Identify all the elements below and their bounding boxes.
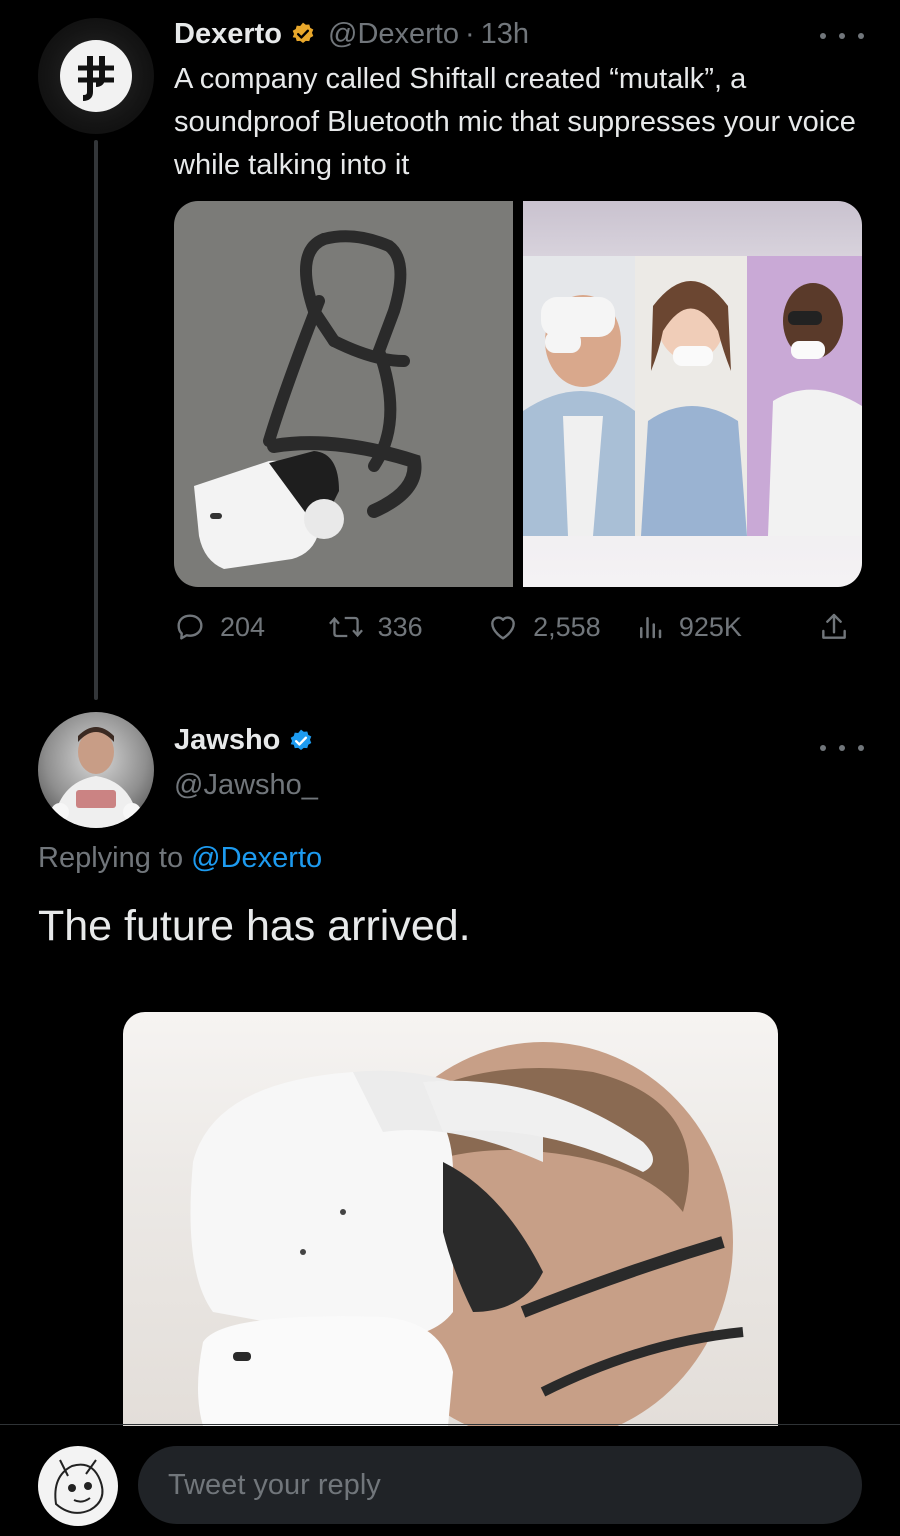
author-handle[interactable]: @Dexerto <box>328 18 459 51</box>
tweet-text: A company called Shiftall created “mutal… <box>174 63 856 181</box>
views-action[interactable]: 925K <box>635 611 818 643</box>
share-icon <box>822 613 846 639</box>
retweet-icon <box>328 616 363 638</box>
tweet-actions: 204 336 2,558 925K <box>174 604 864 650</box>
retweet-action[interactable]: 336 <box>328 611 488 643</box>
share-action[interactable] <box>818 611 864 643</box>
reply-icon <box>177 614 203 640</box>
reply-author-handle[interactable]: @Jawsho_ <box>174 769 318 802</box>
views-count: 925K <box>678 611 742 642</box>
like-icon <box>491 616 515 640</box>
dexerto-logo <box>60 40 132 112</box>
reply-more-icon[interactable] <box>820 738 864 758</box>
reply-text: The future has arrived. <box>38 902 471 950</box>
author-name[interactable]: Dexerto <box>174 18 282 51</box>
tweet-time[interactable]: 13h <box>481 18 529 51</box>
tweet-media[interactable] <box>174 201 862 587</box>
media-separator <box>513 201 523 587</box>
dexerto-avatar[interactable] <box>38 18 154 134</box>
thread-line <box>94 140 98 700</box>
verified-badge-icon <box>288 728 314 754</box>
retweet-count: 336 <box>377 611 423 642</box>
replying-to: Replying to @Dexerto <box>38 842 322 875</box>
reply-action[interactable]: 204 <box>174 611 328 643</box>
verified-badge-icon <box>290 21 316 47</box>
views-icon <box>639 617 662 639</box>
time-separator: · <box>464 17 475 50</box>
reply-author-name[interactable]: Jawsho <box>174 724 280 757</box>
replying-to-link[interactable]: @Dexerto <box>191 842 322 874</box>
media-people-photo[interactable] <box>523 201 862 587</box>
my-avatar[interactable] <box>38 1446 118 1526</box>
reply-composer[interactable] <box>138 1446 862 1524</box>
reply-input[interactable] <box>168 1468 862 1502</box>
reply-media-photo[interactable] <box>123 1012 778 1426</box>
jawsho-avatar[interactable] <box>38 712 154 828</box>
like-count: 2,558 <box>533 611 601 642</box>
reply-header: Jawsho @Jawsho_ <box>174 724 318 802</box>
tweet-header: Dexerto @Dexerto · 13h <box>174 14 529 54</box>
media-product-photo[interactable] <box>174 201 513 587</box>
replying-prefix: Replying to <box>38 842 184 874</box>
composer-divider <box>0 1424 900 1425</box>
like-action[interactable]: 2,558 <box>487 611 635 643</box>
reply-count: 204 <box>220 611 266 642</box>
more-icon[interactable] <box>820 26 864 46</box>
